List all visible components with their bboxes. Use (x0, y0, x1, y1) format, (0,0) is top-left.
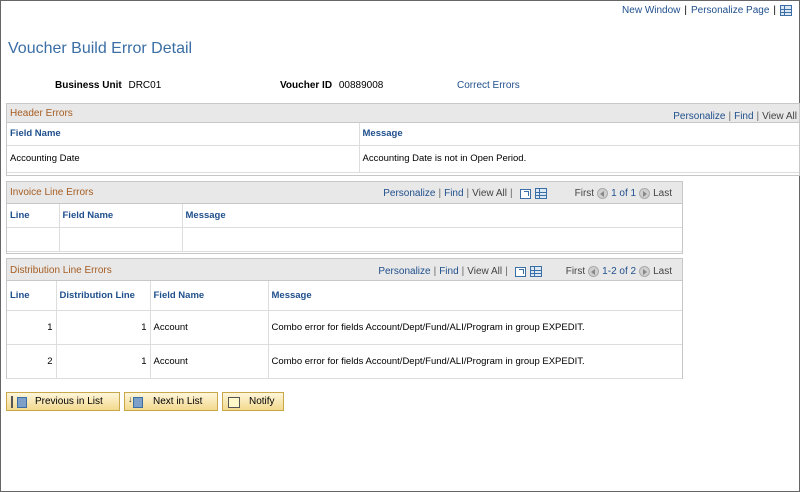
download-grid-icon[interactable] (529, 266, 542, 277)
personalize-link[interactable]: Personalize (673, 111, 725, 122)
separator: | (773, 5, 776, 16)
find-link[interactable]: Find (444, 188, 463, 199)
panel-header: Invoice Line Errors Personalize | Find |… (7, 182, 682, 204)
distribution-line-cell: 1 (56, 344, 151, 379)
column-header: Message (268, 281, 682, 311)
message-cell: Accounting Date is not in Open Period. (359, 145, 799, 173)
row-range: 1-2 of 2 (602, 266, 637, 277)
separator: | (684, 5, 687, 16)
table-row: Accounting Date Accounting Date is not i… (7, 145, 799, 173)
line-cell: 2 (7, 344, 57, 379)
table-header-row: Line Distribution Line Field Name Messag… (7, 281, 682, 311)
personalize-page-link[interactable]: Personalize Page (691, 5, 769, 16)
next-in-list-button[interactable]: Next in List (124, 392, 218, 411)
field-name-cell: Account (150, 310, 269, 345)
table-row: 2 1 Account Combo error for fields Accou… (7, 344, 682, 379)
empty-cell (182, 227, 682, 252)
notify-label: Notify (249, 396, 275, 407)
next-row-icon[interactable] (639, 188, 651, 199)
empty-cell (7, 227, 60, 252)
distribution-line-errors-panel: Distribution Line Errors Personalize | F… (6, 258, 683, 379)
notify-button[interactable]: Notify (222, 392, 284, 411)
header-errors-table: Field Name Message Accounting Date Accou… (7, 123, 799, 173)
voucher-id-label: Voucher ID (280, 80, 333, 91)
personalize-link[interactable]: Personalize (383, 188, 435, 199)
voucher-id-value: 00889008 (338, 80, 384, 91)
first-label: First (574, 188, 595, 199)
grid-nav: Personalize | Find | View All (673, 111, 797, 122)
previous-in-list-button[interactable]: Previous in List (6, 392, 120, 411)
column-header: Field Name (59, 204, 183, 228)
new-window-link[interactable]: New Window (622, 5, 680, 16)
header-errors-title: Header Errors (10, 108, 73, 119)
column-header: Message (359, 123, 799, 146)
previous-row-icon[interactable] (597, 188, 609, 199)
message-cell: Combo error for fields Account/Dept/Fund… (268, 310, 682, 345)
grid-icon[interactable] (780, 5, 792, 16)
previous-in-list-icon (11, 395, 27, 408)
distribution-line-errors-table: Line Distribution Line Field Name Messag… (7, 281, 682, 379)
personalize-link[interactable]: Personalize (378, 266, 430, 277)
business-unit: Business Unit DRC01 (55, 80, 161, 91)
panel-header: Header Errors Personalize | Find | View … (7, 104, 799, 123)
voucher-id: Voucher ID 00889008 (280, 80, 383, 91)
find-link[interactable]: Find (439, 266, 458, 277)
field-name-cell: Account (150, 344, 269, 379)
grid-nav: Personalize | Find | View All | First 1-… (378, 266, 672, 277)
distribution-line-cell: 1 (56, 310, 151, 345)
business-unit-value: DRC01 (128, 80, 162, 91)
view-all-link[interactable]: View All (762, 111, 797, 122)
first-label: First (565, 266, 586, 277)
last-label: Last (653, 266, 672, 277)
invoice-line-errors-panel: Invoice Line Errors Personalize | Find |… (6, 181, 683, 254)
column-header: Distribution Line (56, 281, 151, 311)
header-errors-panel: Header Errors Personalize | Find | View … (6, 103, 800, 176)
row-range: 1 of 1 (611, 188, 637, 199)
column-header: Field Name (7, 123, 360, 146)
column-header: Line (7, 281, 57, 311)
previous-in-list-label: Previous in List (35, 396, 103, 407)
invoice-line-errors-title: Invoice Line Errors (10, 187, 94, 198)
find-link[interactable]: Find (734, 111, 753, 122)
zoom-icon[interactable] (514, 266, 526, 277)
next-in-list-icon (128, 394, 143, 408)
empty-cell (59, 227, 183, 252)
column-header: Line (7, 204, 60, 228)
last-label: Last (653, 188, 672, 199)
table-row (7, 227, 682, 252)
column-header: Field Name (150, 281, 269, 311)
view-all-link[interactable]: View All (467, 266, 502, 277)
next-in-list-label: Next in List (153, 396, 203, 407)
zoom-icon[interactable] (519, 188, 531, 199)
message-cell: Combo error for fields Account/Dept/Fund… (268, 344, 682, 379)
notify-icon (227, 396, 241, 408)
table-header-row: Line Field Name Message (7, 204, 682, 228)
correct-errors-link[interactable]: Correct Errors (457, 80, 520, 91)
field-name-cell: Accounting Date (7, 145, 360, 173)
grid-nav: Personalize | Find | View All | First 1 … (383, 188, 672, 199)
invoice-line-errors-table: Line Field Name Message (7, 204, 682, 252)
panel-header: Distribution Line Errors Personalize | F… (7, 259, 682, 281)
table-row: 1 1 Account Combo error for fields Accou… (7, 310, 682, 345)
previous-row-icon[interactable] (588, 266, 600, 277)
page-title: Voucher Build Error Detail (8, 40, 193, 57)
download-grid-icon[interactable] (534, 188, 547, 199)
column-header: Message (182, 204, 682, 228)
business-unit-label: Business Unit (55, 80, 122, 91)
line-cell: 1 (7, 310, 57, 345)
table-header-row: Field Name Message (7, 123, 799, 146)
top-links: New Window | Personalize Page | (622, 5, 792, 16)
view-all-link[interactable]: View All (472, 188, 507, 199)
next-row-icon[interactable] (639, 266, 651, 277)
distribution-line-errors-title: Distribution Line Errors (10, 265, 112, 276)
